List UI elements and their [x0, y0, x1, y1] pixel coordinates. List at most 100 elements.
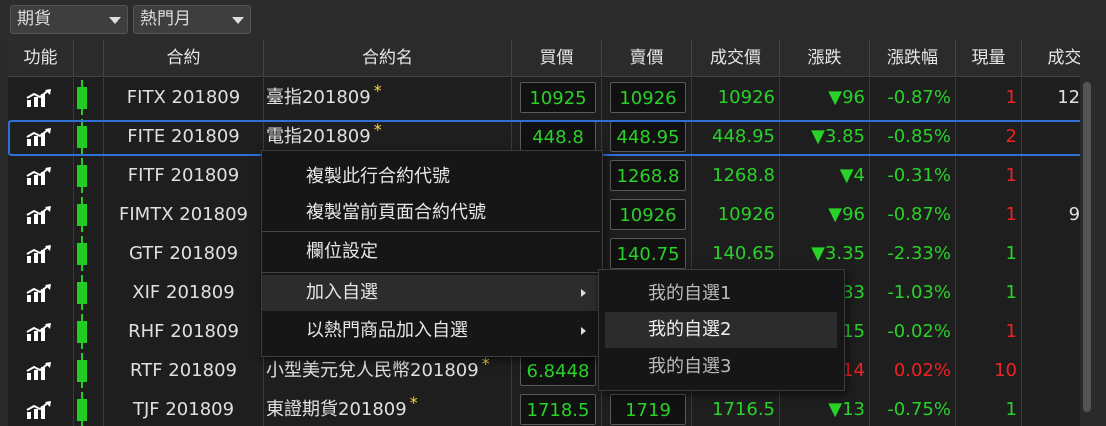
function-cell[interactable]	[8, 351, 74, 390]
function-cell[interactable]	[8, 117, 74, 156]
function-cell[interactable]	[8, 390, 74, 426]
chart-icon[interactable]	[26, 89, 52, 107]
change-percent: 0.02%	[870, 351, 956, 390]
chart-icon[interactable]	[26, 323, 52, 341]
col-ask[interactable]: 賣價	[602, 40, 692, 76]
chart-icon[interactable]	[26, 128, 52, 146]
chart-icon[interactable]	[26, 206, 52, 224]
ask-price-button[interactable]: 140.75	[610, 238, 686, 269]
category-dropdown[interactable]: 期貨	[10, 5, 128, 34]
ask-price-button[interactable]: 10926	[610, 82, 686, 113]
star-icon: *	[373, 81, 382, 100]
function-cell[interactable]	[8, 78, 74, 117]
ask-cell[interactable]: 140.75	[602, 234, 692, 273]
ask-price-button[interactable]: 1719	[610, 394, 686, 425]
ask-cell[interactable]: 10926	[602, 195, 692, 234]
candle-icon	[77, 158, 87, 193]
col-contract-name[interactable]: 合約名	[264, 40, 512, 76]
chevron-down-icon	[109, 17, 121, 24]
col-volume[interactable]: 現量	[956, 40, 1022, 76]
menu-add-hot-watchlist[interactable]: 以熱門商品加入自選	[262, 313, 600, 349]
table-row[interactable]: TJF 201809 東證期貨201809 * 1718.5 1719 1716.5 ▼13…	[8, 390, 1094, 426]
change-value: ▼3.85	[780, 117, 870, 156]
candle-cell	[74, 273, 104, 312]
candle-cell	[74, 195, 104, 234]
sort-dropdown[interactable]: 熱門月	[133, 5, 251, 34]
submenu-watchlist-3[interactable]: 我的自選3	[605, 349, 837, 385]
candle-icon	[77, 236, 87, 271]
scrollbar-thumb[interactable]	[1083, 82, 1091, 412]
contract-code: TJF 201809	[104, 390, 264, 426]
chart-icon[interactable]	[26, 362, 52, 380]
ask-cell[interactable]: 1268.8	[602, 156, 692, 195]
contract-name-text: 東證期貨201809	[266, 399, 407, 420]
change-percent: -0.87%	[870, 195, 956, 234]
candle-icon	[77, 353, 87, 388]
table-row[interactable]: FITX 201809 臺指201809 * 10925 10926 10926 ▼96 -0…	[8, 78, 1094, 117]
last-price: 448.95	[692, 117, 780, 156]
menu-add-watchlist[interactable]: 加入自選	[262, 275, 600, 311]
contract-name-text: 小型美元兌人民幣201809	[266, 360, 479, 381]
ask-price-button[interactable]: 448.95	[610, 121, 686, 152]
ask-price-button[interactable]: 1268.8	[610, 160, 686, 191]
current-volume: 2	[956, 117, 1022, 156]
chart-icon[interactable]	[26, 167, 52, 185]
col-last[interactable]: 成交價	[692, 40, 780, 76]
contract-code: RHF 201809	[104, 312, 264, 351]
col-change[interactable]: 漲跌	[780, 40, 870, 76]
last-price: 140.65	[692, 234, 780, 273]
bid-cell[interactable]: 1718.5	[512, 390, 602, 426]
col-candle[interactable]	[74, 40, 104, 76]
last-price: 1716.5	[692, 390, 780, 426]
last-price: 10926	[692, 195, 780, 234]
candle-cell	[74, 390, 104, 426]
menu-copy-page-codes[interactable]: 複製當前頁面合約代號	[262, 195, 600, 231]
category-dropdown-value: 期貨	[17, 9, 51, 29]
function-cell[interactable]	[8, 273, 74, 312]
ask-price-button[interactable]: 10926	[610, 199, 686, 230]
candle-icon	[77, 392, 87, 426]
chart-icon[interactable]	[26, 284, 52, 302]
submenu-watchlist-1[interactable]: 我的自選1	[605, 276, 837, 312]
bid-price-button[interactable]: 10925	[520, 82, 596, 113]
star-icon: *	[373, 120, 382, 139]
contract-code: RTF 201809	[104, 351, 264, 390]
menu-copy-row-code[interactable]: 複製此行合約代號	[262, 159, 600, 195]
bid-price-button[interactable]: 448.8	[520, 121, 596, 152]
bid-cell[interactable]: 10925	[512, 78, 602, 117]
change-value: ▼96	[780, 78, 870, 117]
contract-code: FITX 201809	[104, 78, 264, 117]
chevron-right-icon	[581, 289, 586, 297]
ask-cell[interactable]: 1719	[602, 390, 692, 426]
col-function[interactable]: 功能	[8, 40, 74, 76]
bid-price-button[interactable]: 6.8448	[520, 355, 596, 386]
function-cell[interactable]	[8, 195, 74, 234]
current-volume: 1	[956, 195, 1022, 234]
toolbar: 期貨 熱門月	[0, 0, 1106, 40]
change-percent: -0.85%	[870, 117, 956, 156]
submenu-watchlist-2[interactable]: 我的自選2	[605, 312, 837, 348]
function-cell[interactable]	[8, 234, 74, 273]
contract-code: FITF 201809	[104, 156, 264, 195]
ask-cell[interactable]: 448.95	[602, 117, 692, 156]
col-change-pct[interactable]: 漲跌幅	[870, 40, 956, 76]
candle-icon	[77, 80, 87, 115]
contract-code: FITE 201809	[104, 117, 264, 156]
last-price: 10926	[692, 78, 780, 117]
bid-price-button[interactable]: 1718.5	[520, 394, 596, 425]
star-icon: *	[409, 393, 418, 412]
candle-cell	[74, 117, 104, 156]
col-contract[interactable]: 合約	[104, 40, 264, 76]
chart-icon[interactable]	[26, 245, 52, 263]
contract-name-text: 臺指201809	[266, 87, 371, 108]
change-percent: -1.03%	[870, 273, 956, 312]
contract-code: FIMTX 201809	[104, 195, 264, 234]
change-percent: -0.02%	[870, 312, 956, 351]
function-cell[interactable]	[8, 312, 74, 351]
chart-icon[interactable]	[26, 401, 52, 419]
ask-cell[interactable]: 10926	[602, 78, 692, 117]
function-cell[interactable]	[8, 156, 74, 195]
scrollbar[interactable]	[1080, 40, 1094, 426]
col-bid[interactable]: 買價	[512, 40, 602, 76]
menu-column-settings[interactable]: 欄位設定	[262, 234, 600, 270]
